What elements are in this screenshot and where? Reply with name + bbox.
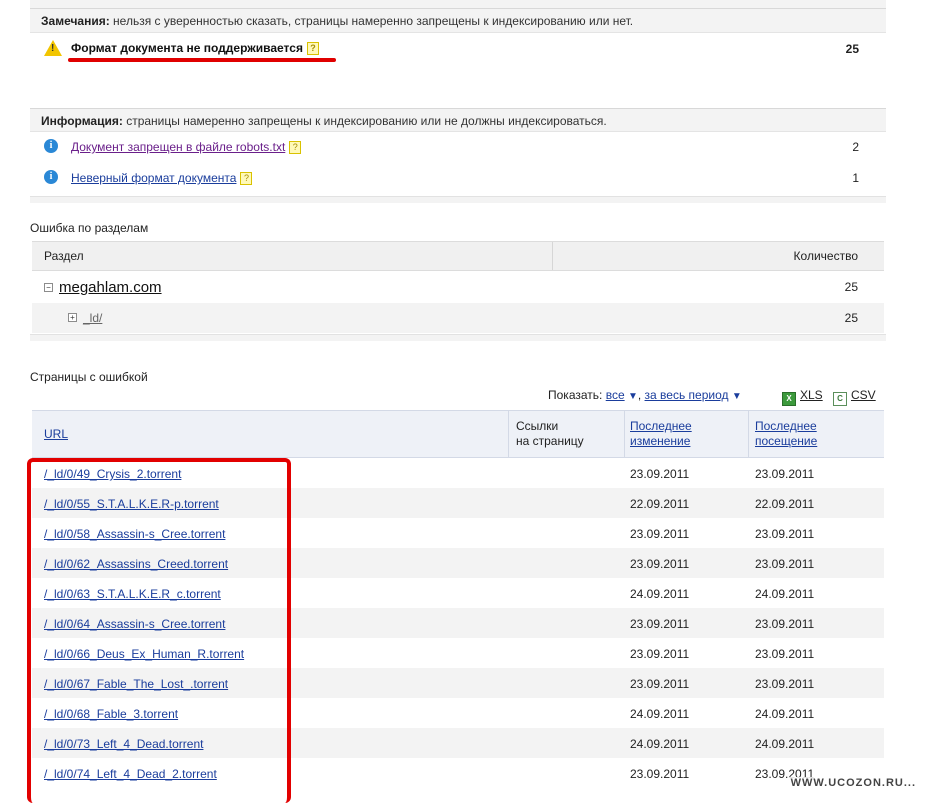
red-underline-annotation <box>68 58 336 62</box>
export-csv[interactable]: C CSV <box>833 388 876 406</box>
sections-title: Ошибка по разделам <box>30 221 149 235</box>
last-visited-date: 24.09.2011 <box>755 737 815 751</box>
info-label: Информация: <box>41 114 123 128</box>
expand-toggle[interactable]: + <box>68 313 77 322</box>
robots-count: 2 <box>852 140 859 154</box>
watermark: WWW.UCOZON.RU... <box>788 777 918 789</box>
show-label: Показать: <box>548 388 603 402</box>
last-changed-date: 23.09.2011 <box>630 557 690 571</box>
csv-icon: C <box>833 392 847 406</box>
col-visited-line2: посещение <box>755 434 818 448</box>
help-icon[interactable]: ? <box>240 172 253 185</box>
info-footer <box>30 196 886 203</box>
sections-table-header: Раздел Количество <box>32 241 884 271</box>
xls-icon: X <box>782 392 796 406</box>
last-visited-date: 24.09.2011 <box>755 707 815 721</box>
col-visited-line1: Последнее <box>755 419 817 433</box>
info-header: Информация: страницы намеренно запрещены… <box>30 108 886 132</box>
column-divider <box>624 411 625 457</box>
help-icon[interactable]: ? <box>306 42 319 55</box>
filter-period-dropdown[interactable]: за весь период <box>645 388 729 402</box>
red-box-annotation <box>27 458 291 803</box>
last-changed-date: 23.09.2011 <box>630 767 690 781</box>
col-count: Количество <box>793 249 858 263</box>
last-visited-date: 23.09.2011 <box>755 467 815 481</box>
sort-last-changed[interactable]: Последнее изменение <box>630 419 692 449</box>
info-icon: i <box>44 170 58 184</box>
pages-toolbar: Показать: все ▼, за весь период ▼ <box>548 388 742 402</box>
last-changed-date: 23.09.2011 <box>630 647 690 661</box>
column-divider <box>748 411 749 457</box>
info-text: страницы намеренно запрещены к индексиро… <box>122 114 607 128</box>
sort-url[interactable]: URL <box>44 427 68 442</box>
col-changed-line2: изменение <box>630 434 691 448</box>
section-row-ld: + _ld/ 25 <box>32 303 884 333</box>
filter-all-label: все <box>605 388 625 402</box>
robots-link[interactable]: Документ запрещен в файле robots.txt <box>71 140 285 154</box>
pages-title: Страницы с ошибкой <box>30 370 148 384</box>
chevron-down-icon[interactable]: ▼ <box>732 391 742 402</box>
last-changed-date: 23.09.2011 <box>630 527 690 541</box>
last-changed-date: 22.09.2011 <box>630 497 690 511</box>
unsupported-format-count: 25 <box>845 42 859 56</box>
last-changed-date: 23.09.2011 <box>630 617 690 631</box>
last-visited-date: 23.09.2011 <box>755 557 815 571</box>
info-icon: i <box>44 139 58 153</box>
collapse-toggle[interactable]: − <box>44 283 53 292</box>
domain-count: 25 <box>844 280 858 294</box>
col-links-line2: на страницу <box>516 434 584 448</box>
filter-period-label: за весь период <box>644 388 729 402</box>
ld-count: 25 <box>844 311 858 325</box>
last-visited-date: 23.09.2011 <box>755 527 815 541</box>
pages-table-header: URL Ссылки на страницу Последнее изменен… <box>32 410 884 458</box>
column-divider <box>552 242 553 270</box>
last-visited-date: 22.09.2011 <box>755 497 815 511</box>
last-changed-date: 23.09.2011 <box>630 467 690 481</box>
chevron-down-icon[interactable]: ▼ <box>628 391 638 402</box>
section-row-domain: − megahlam.com 25 <box>32 271 884 303</box>
sort-last-visited[interactable]: Последнее посещение <box>755 419 817 449</box>
unsupported-format-label: Формат документа не поддерживается <box>71 41 303 55</box>
export-xls-link[interactable]: XLS <box>800 388 823 402</box>
last-changed-date: 24.09.2011 <box>630 737 690 751</box>
notes-text: нельзя с уверенностью сказать, страницы … <box>109 14 634 28</box>
info-item-bad-format: i Неверный формат документа? 1 <box>30 163 886 193</box>
domain-link[interactable]: megahlam.com <box>59 279 162 296</box>
last-visited-date: 24.09.2011 <box>755 587 815 601</box>
info-item-robots: i Документ запрещен в файле robots.txt? … <box>30 132 886 162</box>
warning-icon: ! <box>44 40 62 56</box>
notes-label: Замечания: <box>41 14 110 28</box>
last-changed-date: 24.09.2011 <box>630 587 690 601</box>
bad-format-link[interactable]: Неверный формат документа <box>71 171 236 185</box>
col-links-line1: Ссылки <box>516 419 559 433</box>
ld-folder-link[interactable]: _ld/ <box>83 311 102 325</box>
column-divider <box>508 411 509 457</box>
filter-all-dropdown[interactable]: все <box>606 388 625 402</box>
last-changed-date: 24.09.2011 <box>630 707 690 721</box>
help-icon[interactable]: ? <box>289 141 302 154</box>
last-visited-date: 23.09.2011 <box>755 677 815 691</box>
export-csv-link[interactable]: CSV <box>851 388 876 402</box>
export-xls[interactable]: X XLS <box>782 388 823 406</box>
last-visited-date: 23.09.2011 <box>755 647 815 661</box>
last-changed-date: 23.09.2011 <box>630 677 690 691</box>
sections-footer <box>30 334 886 341</box>
last-visited-date: 23.09.2011 <box>755 617 815 631</box>
notes-header: Замечания: нельзя с уверенностью сказать… <box>30 8 886 33</box>
col-changed-line1: Последнее <box>630 419 692 433</box>
col-links: Ссылки на страницу <box>516 419 584 449</box>
col-section: Раздел <box>44 249 84 263</box>
bad-format-count: 1 <box>852 171 859 185</box>
